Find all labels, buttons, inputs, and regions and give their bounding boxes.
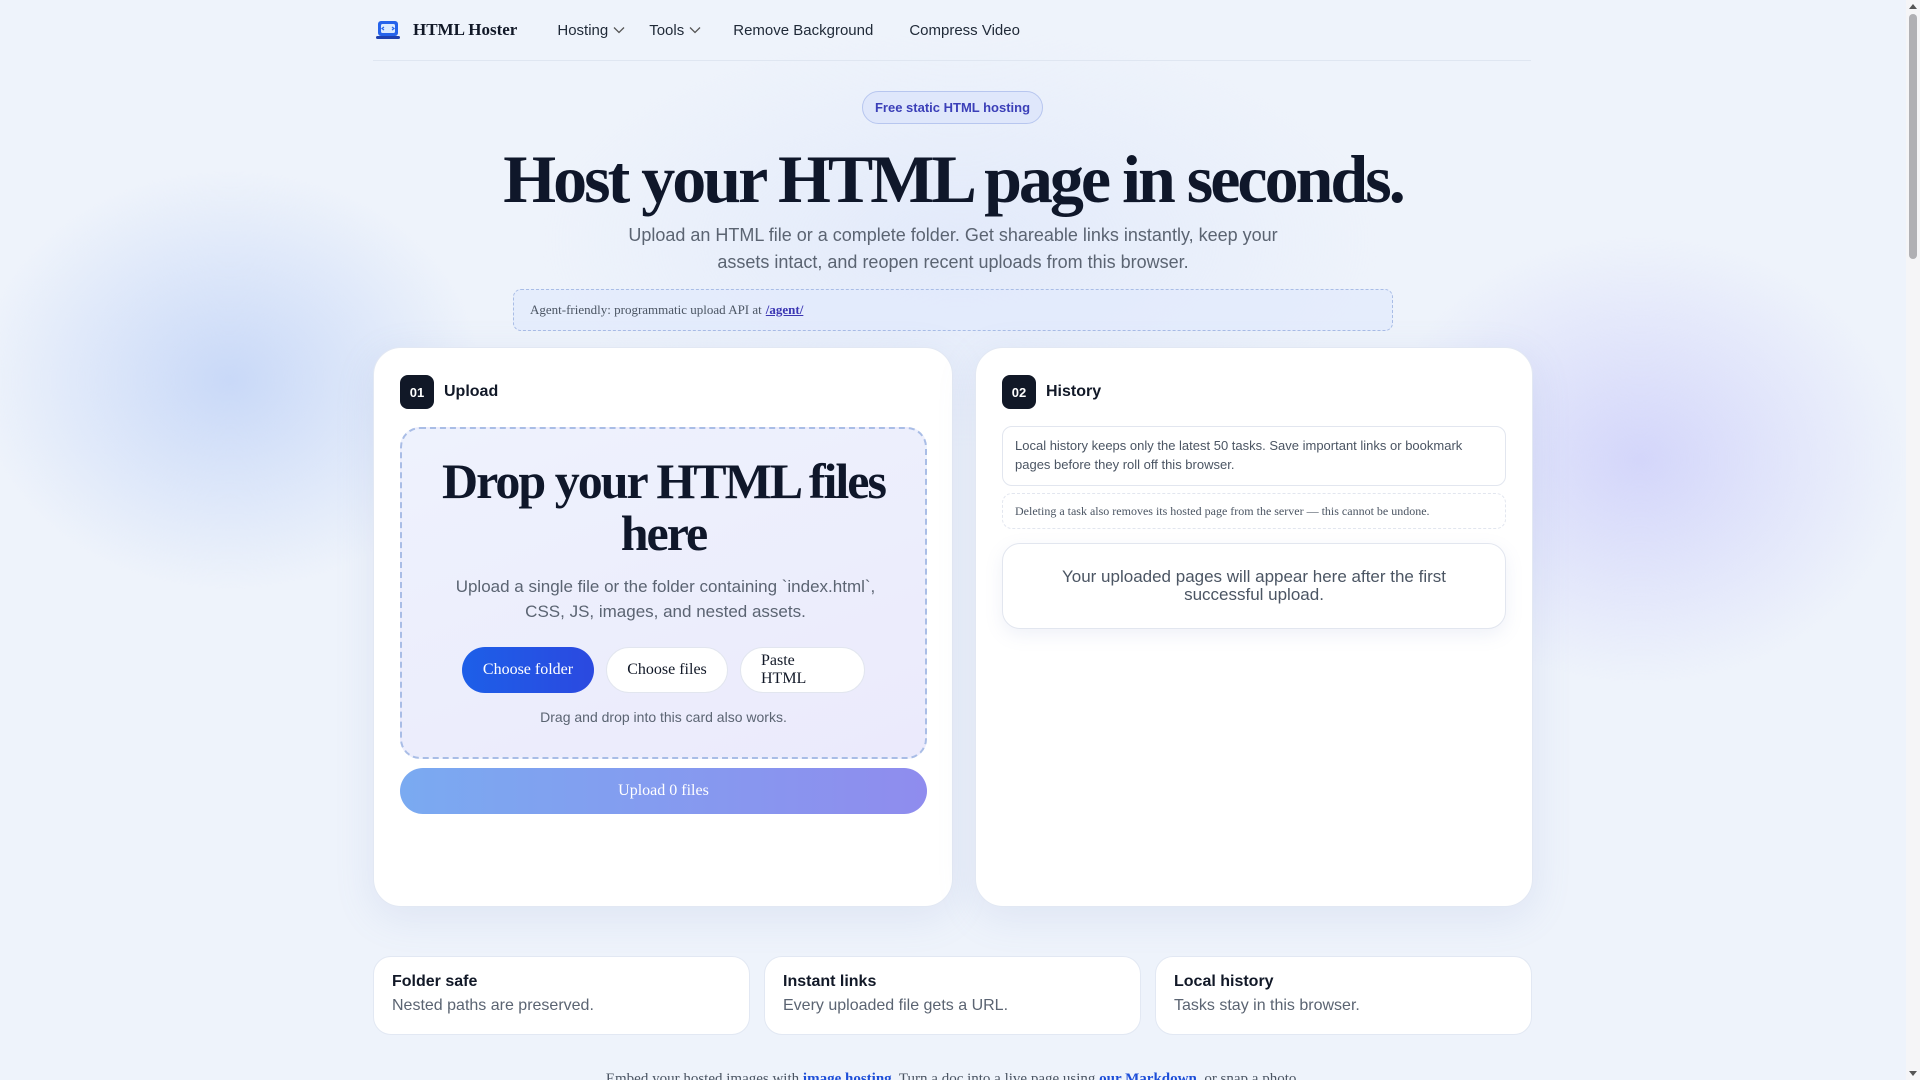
- nav-compress-video[interactable]: Compress Video: [909, 22, 1020, 39]
- nav-remove-background[interactable]: Remove Background: [733, 22, 873, 39]
- feature-folder-safe: Folder safe Nested paths are preserved.: [373, 956, 750, 1035]
- scroll-thumb[interactable]: [1909, 14, 1917, 259]
- scroll-up-arrow-icon[interactable]: [1909, 4, 1917, 9]
- agent-api-notice: Agent-friendly: programmatic upload API …: [513, 289, 1393, 331]
- image-hosting-link[interactable]: image hosting: [803, 1071, 892, 1080]
- nav-tools-label: Tools: [649, 21, 685, 39]
- history-card-header: 02 History: [1002, 375, 1101, 409]
- brand[interactable]: HTML Hoster: [375, 19, 517, 41]
- markdown-link[interactable]: our Markdown: [1099, 1071, 1197, 1080]
- nav-remove-background-label: Remove Background: [733, 21, 874, 39]
- feature-instant-links: Instant links Every uploaded file gets a…: [764, 956, 1141, 1035]
- page-scrollbar[interactable]: [1906, 0, 1920, 1080]
- step-badge: 01: [400, 375, 434, 409]
- history-empty-state: Your uploaded pages will appear here aft…: [1002, 543, 1506, 629]
- nav-tools[interactable]: Tools: [649, 22, 701, 39]
- paste-html-button[interactable]: Paste HTML: [740, 647, 865, 693]
- feature-local-history: Local history Tasks stay in this browser…: [1155, 956, 1532, 1035]
- nav-hosting[interactable]: Hosting: [557, 22, 625, 39]
- history-delete-warning: Deleting a task also removes its hosted …: [1002, 493, 1506, 529]
- nav-hosting-label: Hosting: [557, 21, 609, 39]
- chevron-down-icon: [689, 27, 701, 34]
- history-card: 02 History Local history keeps only the …: [975, 347, 1533, 907]
- upload-card-title: Upload: [444, 383, 499, 400]
- choose-folder-button[interactable]: Choose folder: [462, 647, 594, 693]
- page-title: Host your HTML page in seconds.: [503, 141, 1405, 217]
- choose-files-button[interactable]: Choose files: [606, 647, 728, 693]
- footer-text-1: Embed your hosted images with: [605, 1071, 803, 1080]
- dropzone-hint: Drag and drop into this card also works.: [540, 709, 787, 725]
- scroll-down-arrow-icon[interactable]: [1909, 1071, 1917, 1076]
- feature-desc: Tasks stay in this browser.: [1174, 997, 1360, 1014]
- agent-api-text: Agent-friendly: programmatic upload API …: [530, 302, 762, 317]
- hero-badge: Free static HTML hosting: [862, 91, 1043, 124]
- brand-name: HTML Hoster: [413, 20, 518, 39]
- chevron-down-icon: [613, 27, 625, 34]
- dropzone-title: Drop your HTML files here: [442, 453, 887, 561]
- upload-button[interactable]: Upload 0 files: [400, 768, 927, 814]
- step-badge: 02: [1002, 375, 1036, 409]
- hero-subtitle: Upload an HTML file or a complete folder…: [628, 225, 1278, 272]
- upload-card-header: 01 Upload: [400, 375, 498, 409]
- agent-api-link[interactable]: /agent/: [766, 302, 804, 318]
- footer-text-2: . Turn a doc into a live page using: [891, 1071, 1100, 1080]
- footer-links-text: Embed your hosted images with image host…: [0, 1071, 1906, 1080]
- feature-title: Instant links: [783, 973, 877, 990]
- feature-title: Local history: [1174, 973, 1274, 990]
- dropzone-buttons: Choose folder Choose files Paste HTML: [402, 647, 925, 693]
- upload-card: 01 Upload Drop your HTML files here Uplo…: [373, 347, 953, 907]
- feature-title: Folder safe: [392, 973, 478, 990]
- dropzone[interactable]: Drop your HTML files here Upload a singl…: [400, 427, 927, 759]
- feature-desc: Every uploaded file gets a URL.: [783, 997, 1009, 1014]
- history-card-title: History: [1046, 383, 1102, 400]
- nav-compress-video-label: Compress Video: [909, 21, 1020, 39]
- top-nav: HTML Hoster Hosting Tools Remove Backgro…: [373, 0, 1531, 61]
- history-limit-note: Local history keeps only the latest 50 t…: [1002, 426, 1506, 486]
- feature-desc: Nested paths are preserved.: [392, 997, 594, 1014]
- dropzone-subtitle: Upload a single file or the folder conta…: [455, 577, 876, 621]
- footer-text-3: , or snap a photo.: [1196, 1071, 1301, 1080]
- logo-icon: [376, 21, 400, 39]
